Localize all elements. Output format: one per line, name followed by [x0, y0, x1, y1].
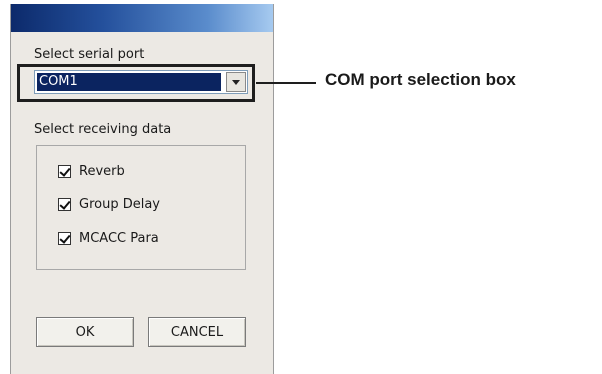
- serial-port-label: Select serial port: [34, 47, 145, 62]
- checkbox-mcacc-para-label: MCACC Para: [79, 230, 159, 246]
- checkbox-group-delay-row[interactable]: Group Delay: [58, 196, 160, 212]
- callout-leader-line: [256, 82, 316, 84]
- checkbox-reverb[interactable]: [58, 164, 71, 178]
- chevron-down-icon[interactable]: [226, 72, 246, 92]
- dialog-titlebar[interactable]: [11, 4, 273, 32]
- checkbox-reverb-row[interactable]: Reverb: [58, 163, 125, 179]
- checkbox-mcacc-para[interactable]: [58, 231, 71, 245]
- checkbox-group-delay-label: Group Delay: [79, 196, 160, 212]
- callout-label: COM port selection box: [325, 70, 516, 89]
- cancel-button[interactable]: CANCEL: [148, 317, 246, 347]
- com-port-select[interactable]: COM1: [34, 70, 248, 94]
- receiving-data-label: Select receiving data: [34, 122, 172, 137]
- checkbox-reverb-label: Reverb: [79, 163, 125, 179]
- com-port-selected-value: COM1: [37, 73, 221, 91]
- checkbox-group-delay[interactable]: [58, 197, 71, 211]
- checkbox-mcacc-para-row[interactable]: MCACC Para: [58, 230, 159, 246]
- ok-button[interactable]: OK: [36, 317, 134, 347]
